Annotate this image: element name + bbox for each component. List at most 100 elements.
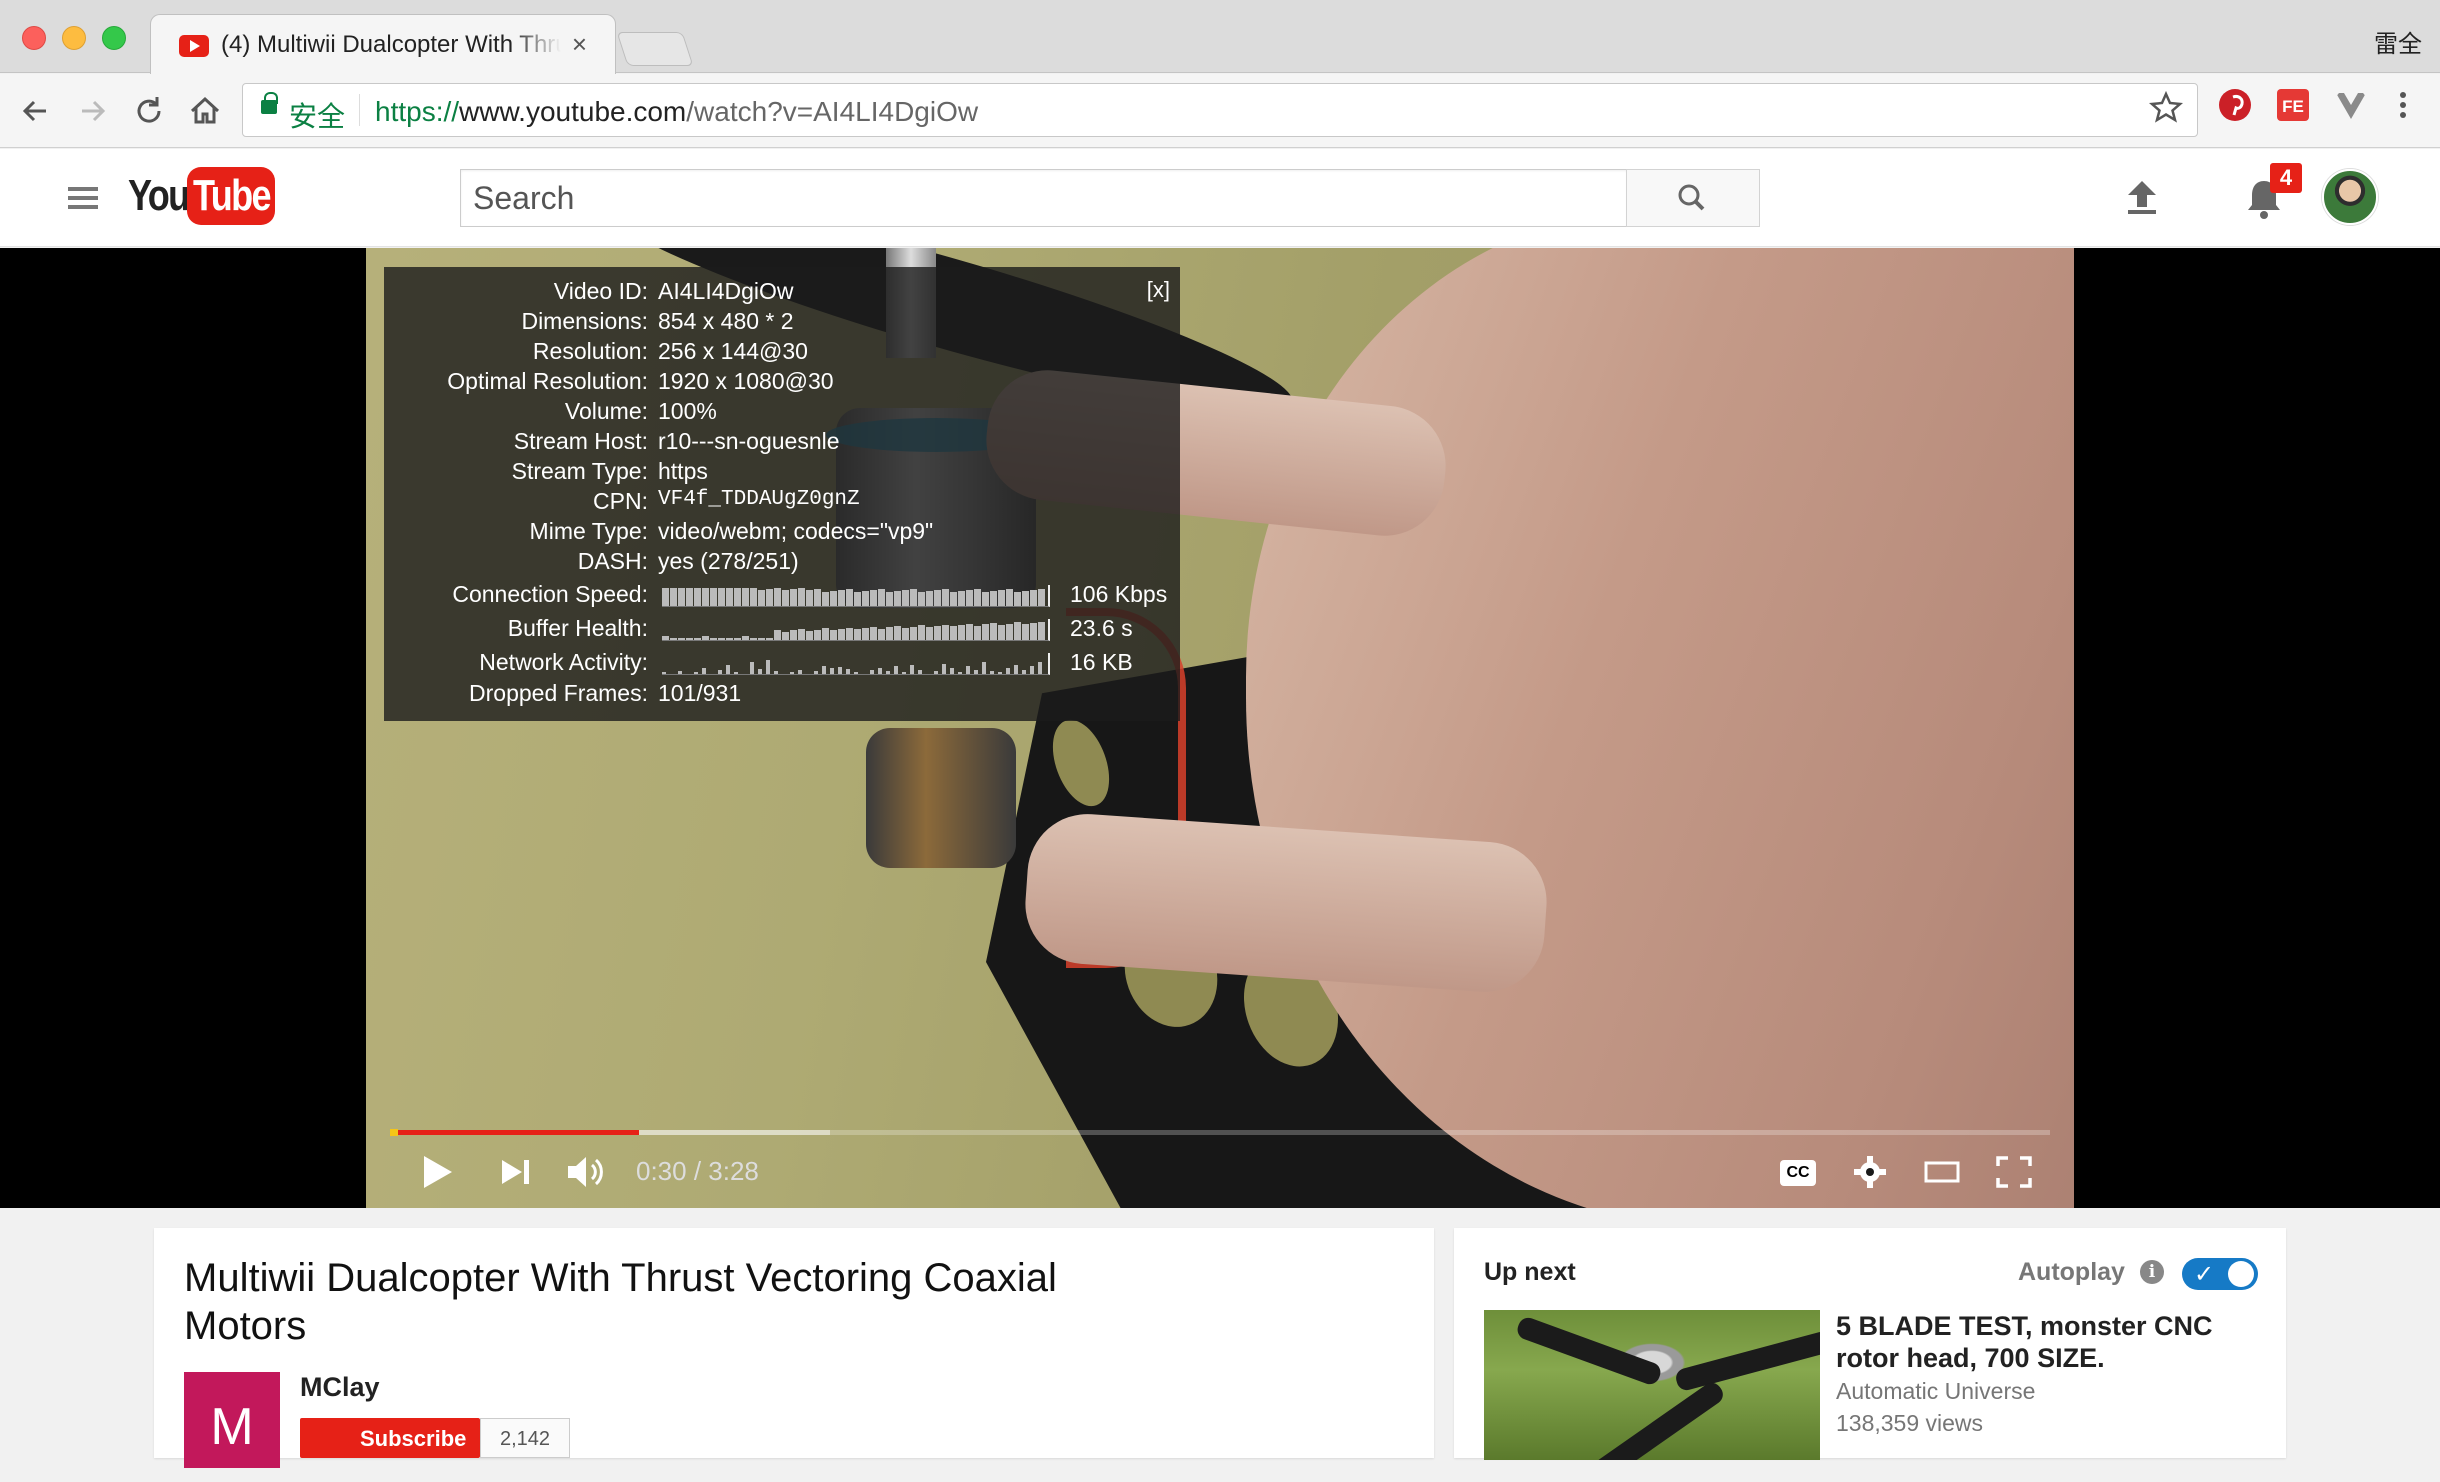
volume-icon[interactable] (564, 1150, 612, 1194)
graph-bar (678, 588, 685, 606)
graph-bar (902, 590, 909, 606)
stats-row: Mime Type: video/webm; codecs="vp9" (384, 518, 1180, 548)
graph-bar (694, 588, 701, 606)
channel-name-link[interactable]: MClay (300, 1372, 380, 1403)
stats-value: 101/931 (658, 680, 742, 706)
graph-bar (918, 625, 925, 640)
graph-bar (886, 671, 890, 674)
window-minimize-button[interactable] (62, 26, 86, 50)
network-activity-graph (662, 653, 1050, 675)
youtube-favicon-icon (179, 35, 209, 57)
graph-bar (846, 589, 853, 606)
fe-extension-icon[interactable]: FE (2276, 88, 2310, 122)
recommended-video-channel: Automatic Universe (1836, 1378, 2036, 1404)
stats-key: Network Activity: (479, 649, 648, 675)
graph-bar (694, 672, 698, 674)
graph-bar (998, 672, 1002, 674)
graph-bar (774, 588, 781, 606)
graph-bar (694, 638, 701, 640)
info-icon[interactable]: i (2140, 1260, 2164, 1284)
stats-key: DASH: (577, 548, 648, 574)
graph-bar (758, 638, 765, 640)
graph-bar (718, 638, 725, 640)
graph-bar (974, 626, 981, 640)
theater-mode-icon[interactable] (1922, 1150, 1962, 1194)
search-button[interactable] (1626, 169, 1760, 227)
progress-bar[interactable] (390, 1129, 2050, 1136)
window-close-button[interactable] (22, 26, 46, 50)
graph-bar (734, 588, 741, 606)
stats-value: 256 x 144@30 (658, 338, 808, 364)
stats-value: video/webm; codecs="vp9" (658, 518, 934, 544)
toggle-knob (2228, 1261, 2254, 1287)
channel-avatar[interactable]: M (184, 1372, 280, 1468)
stats-key: Resolution: (532, 338, 648, 364)
graph-bar (830, 668, 834, 674)
stats-value: 23.6 s (1070, 615, 1133, 641)
browser-tab-active[interactable]: (4) Multiwii Dualcopter With Thrust Vect… (150, 14, 616, 74)
autoplay-toggle[interactable]: ✓ (2182, 1258, 2258, 1290)
graph-bar (942, 625, 949, 640)
stats-row: Resolution: 256 x 144@30 (384, 338, 1180, 368)
captions-icon[interactable]: CC (1780, 1160, 1816, 1186)
pinterest-extension-icon[interactable] (2218, 88, 2252, 122)
graph-bar (790, 630, 797, 640)
graph-bar (758, 669, 762, 674)
url-path: /watch?v=AI4LI4DgiOw (686, 96, 979, 127)
graph-bar (822, 592, 829, 606)
back-arrow-icon[interactable] (16, 92, 54, 130)
graph-bar (1022, 670, 1026, 674)
graph-bar (1038, 589, 1045, 606)
recommended-video-title[interactable]: 5 BLADE TEST, monster CNC rotor head, 70… (1836, 1310, 2256, 1374)
graph-bar (838, 590, 845, 606)
graph-bar (766, 589, 773, 606)
graph-bar (1014, 665, 1018, 674)
settings-gear-icon[interactable] (1850, 1150, 1890, 1194)
user-avatar[interactable] (2322, 169, 2378, 225)
graph-bar (830, 630, 837, 640)
graph-bar (990, 623, 997, 640)
bookmark-star-icon[interactable] (2149, 90, 2183, 124)
forward-arrow-icon[interactable] (74, 92, 112, 130)
url-text[interactable]: https://www.youtube.com/watch?v=AI4LI4Dg… (375, 96, 978, 128)
guide-menu-icon[interactable] (68, 187, 98, 209)
vue-devtools-extension-icon[interactable] (2334, 88, 2368, 122)
browser-toolbar: 安全 https://www.youtube.com/watch?v=AI4LI… (0, 74, 2440, 148)
search-input[interactable] (461, 170, 1627, 226)
subscribe-button[interactable]: Subscribe (300, 1418, 480, 1458)
browser-menu-icon[interactable] (2386, 88, 2420, 122)
upload-icon[interactable] (2122, 177, 2162, 217)
home-icon[interactable] (186, 92, 224, 130)
address-bar[interactable]: 安全 https://www.youtube.com/watch?v=AI4LI… (242, 83, 2198, 137)
stats-row: Optimal Resolution: 1920 x 1080@30 (384, 368, 1180, 398)
reload-icon[interactable] (130, 92, 168, 130)
logo-tube-text: Tube (193, 171, 272, 220)
graph-bar (1022, 624, 1029, 640)
stats-row: Stream Type: https (384, 458, 1180, 488)
graph-bar (830, 591, 837, 606)
graph-bar (846, 669, 850, 674)
graph-bar (718, 670, 722, 674)
play-icon[interactable] (418, 1150, 458, 1194)
tab-title: (4) Multiwii Dualcopter With Thrust Vect… (221, 31, 561, 58)
graph-bar (742, 588, 749, 606)
tab-close-icon[interactable]: × (572, 29, 587, 60)
browser-profile-name[interactable]: 雷全 (2374, 24, 2422, 59)
new-tab-button[interactable] (616, 32, 694, 66)
graph-bar (910, 665, 914, 674)
lower-motor-graphic (866, 728, 1016, 868)
stats-key: Mime Type: (529, 518, 648, 544)
stats-key: Optimal Resolution: (447, 368, 648, 394)
graph-bar (966, 666, 970, 674)
url-host: www.youtube.com (459, 96, 687, 127)
next-video-icon[interactable] (498, 1150, 534, 1194)
graph-bar (662, 672, 666, 674)
graph-bar (1014, 592, 1021, 606)
fullscreen-icon[interactable] (1994, 1150, 2034, 1194)
window-zoom-button[interactable] (102, 26, 126, 50)
graph-bar (878, 668, 882, 674)
up-next-label: Up next (1484, 1258, 1576, 1286)
graph-bar (814, 630, 821, 640)
graph-bar (1030, 666, 1034, 674)
graph-bar (1022, 591, 1029, 606)
